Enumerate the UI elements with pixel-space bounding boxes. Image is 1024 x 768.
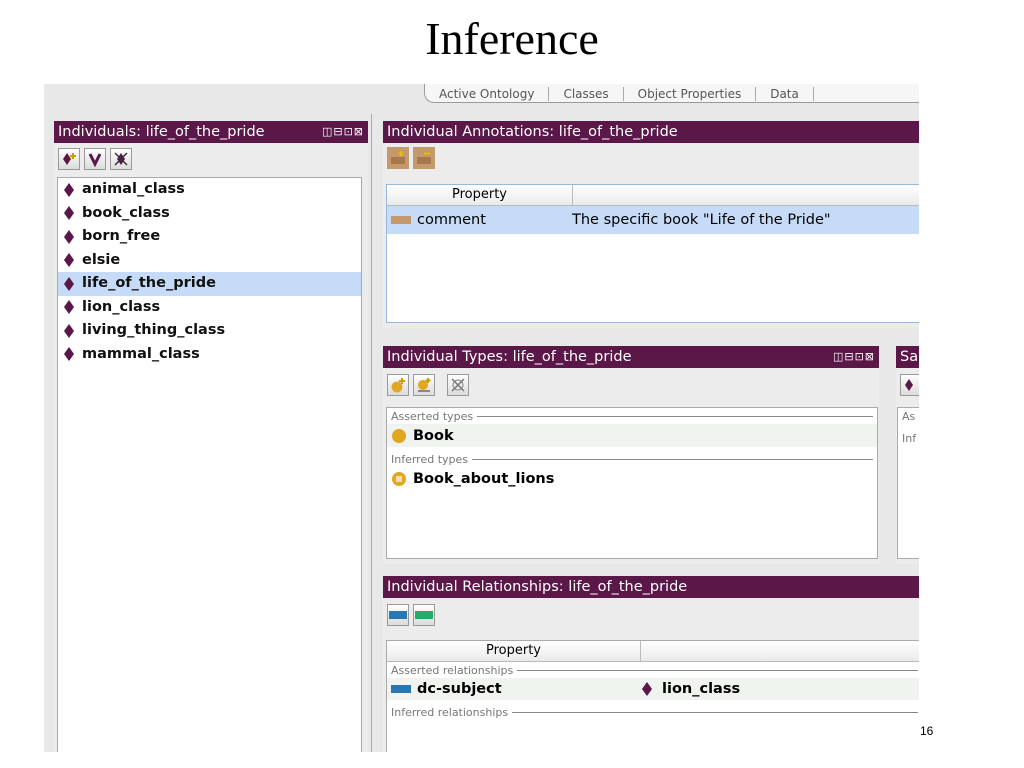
types-toolbar: [383, 368, 879, 402]
column-header-property[interactable]: Property: [387, 185, 573, 205]
list-item[interactable]: Book: [387, 424, 877, 447]
annotation-property-icon: [391, 216, 411, 224]
remove-type-icon: [451, 378, 465, 392]
remove-annotation-button[interactable]: [413, 147, 435, 169]
individuals-list: animal_class book_class born_free elsie …: [57, 177, 362, 752]
add-object-property-icon: [389, 611, 407, 619]
panel-title: Individual Types: life_of_the_pride: [387, 349, 632, 365]
relationship-property-cell: dc-subject: [387, 681, 640, 697]
add-same-individual-button[interactable]: [900, 374, 919, 396]
add-object-property-button[interactable]: [387, 604, 409, 626]
section-asserted-relationships: Asserted relationships: [387, 662, 919, 678]
list-item-selected[interactable]: life_of_the_pride: [58, 272, 361, 296]
individual-diamond-icon: [64, 347, 74, 362]
list-item[interactable]: elsie: [58, 249, 361, 273]
list-item[interactable]: animal_class: [58, 178, 361, 202]
add-annotation-icon: [391, 151, 405, 164]
page-number: 16: [920, 724, 934, 738]
add-data-property-icon: [415, 611, 433, 619]
tab-object-properties[interactable]: Object Properties: [624, 87, 757, 101]
section-asserted-types: Asserted types: [387, 408, 877, 424]
individual-diamond-icon: [64, 182, 74, 197]
individual-diamond-icon: [64, 276, 74, 291]
individual-diamond-icon: [64, 229, 74, 244]
individuals-toolbar: [54, 143, 368, 175]
section-asserted: As: [902, 409, 916, 423]
column-header-value[interactable]: [573, 185, 919, 205]
individuals-panel-header: Individuals: life_of_the_pride ◫⊟⊡⊠: [54, 121, 368, 143]
annotations-panel-header: Individual Annotations: life_of_the_prid…: [383, 121, 919, 143]
list-item[interactable]: living_thing_class: [58, 319, 361, 343]
remove-type-button[interactable]: [447, 374, 469, 396]
tab-active-ontology[interactable]: Active Ontology: [425, 87, 550, 101]
delete-individual-button[interactable]: [110, 148, 132, 170]
panel-title: Individual Relationships: life_of_the_pr…: [387, 579, 688, 595]
class-icon: [392, 428, 406, 443]
list-item[interactable]: book_class: [58, 202, 361, 226]
slide-title: Inference: [425, 13, 599, 64]
window-controls[interactable]: ◫⊟⊡⊠: [322, 121, 364, 143]
relationships-toolbar: [383, 598, 919, 632]
window-controls[interactable]: ◫⊟⊡⊠: [833, 346, 875, 368]
types-panel: Individual Types: life_of_the_pride ◫⊟⊡⊠…: [383, 346, 879, 564]
add-individual-icon: [905, 379, 913, 391]
annotations-toolbar: [383, 143, 919, 173]
add-data-property-button[interactable]: [413, 604, 435, 626]
split-divider[interactable]: [371, 114, 372, 752]
section-inferred-relationships: Inferred relationships: [387, 704, 919, 720]
same-toolbar: [896, 368, 919, 402]
same-individuals-panel: Sa As Inf: [896, 346, 919, 564]
defined-class-icon: [392, 471, 406, 486]
tab-classes[interactable]: Classes: [549, 87, 624, 101]
column-header-value[interactable]: [641, 641, 919, 661]
section-inferred: Inf: [902, 431, 917, 445]
tab-bar: Active Ontology Classes Object Propertie…: [424, 84, 919, 103]
tab-data[interactable]: Data: [756, 87, 814, 101]
annotations-table: Property comment The specific book "Life…: [386, 184, 919, 323]
relationships-panel: Individual Relationships: life_of_the_pr…: [383, 576, 919, 752]
add-individual-icon: [63, 153, 76, 165]
table-header: Property: [387, 641, 919, 662]
add-individual-button[interactable]: [58, 148, 80, 170]
same-panel-header: Sa: [896, 346, 919, 368]
annotations-panel: Individual Annotations: life_of_the_prid…: [383, 121, 919, 328]
merge-individual-button[interactable]: [84, 148, 106, 170]
list-item[interactable]: lion_class: [58, 296, 361, 320]
relationships-panel-header: Individual Relationships: life_of_the_pr…: [383, 576, 919, 598]
individual-diamond-icon: [64, 323, 74, 338]
remove-annotation-icon: [417, 152, 431, 164]
add-type-button[interactable]: [387, 374, 409, 396]
panel-title: Individuals: life_of_the_pride: [58, 124, 265, 140]
list-item[interactable]: mammal_class: [58, 343, 361, 367]
table-row[interactable]: dc-subject lion_class: [387, 678, 919, 700]
object-property-icon: [391, 685, 411, 693]
panel-title: Individual Annotations: life_of_the_prid…: [387, 124, 678, 140]
table-row[interactable]: comment The specific book "Life of the P…: [387, 206, 919, 234]
protege-window: Active Ontology Classes Object Propertie…: [44, 84, 919, 752]
add-annotation-button[interactable]: [387, 147, 409, 169]
relationships-table: Property Asserted relationships dc-subje…: [386, 640, 919, 752]
individual-diamond-icon: [64, 253, 74, 268]
list-item[interactable]: born_free: [58, 225, 361, 249]
add-type-icon: [391, 378, 405, 393]
individual-diamond-icon: [64, 206, 74, 221]
types-list: Asserted types Book Inferred types Book_…: [386, 407, 878, 559]
add-type-expression-button[interactable]: [413, 374, 435, 396]
individual-diamond-icon: [64, 300, 74, 315]
section-inferred-types: Inferred types: [387, 451, 877, 467]
annotation-value-cell: The specific book "Life of the Pride": [572, 212, 831, 228]
table-header: Property: [387, 185, 919, 206]
types-panel-header: Individual Types: life_of_the_pride ◫⊟⊡⊠: [383, 346, 879, 368]
relationship-value-cell: lion_class: [640, 681, 919, 697]
individuals-panel: Individuals: life_of_the_pride ◫⊟⊡⊠ anim…: [54, 121, 368, 752]
delete-individual-icon: [114, 152, 128, 166]
add-type-expression-icon: [418, 378, 431, 392]
column-header-property[interactable]: Property: [387, 641, 641, 661]
list-item[interactable]: Book_about_lions: [387, 467, 877, 490]
same-list: As Inf: [897, 407, 919, 559]
merge-individual-icon: [88, 153, 102, 167]
individual-diamond-icon: [642, 682, 652, 696]
annotation-property-cell: comment: [387, 212, 572, 228]
